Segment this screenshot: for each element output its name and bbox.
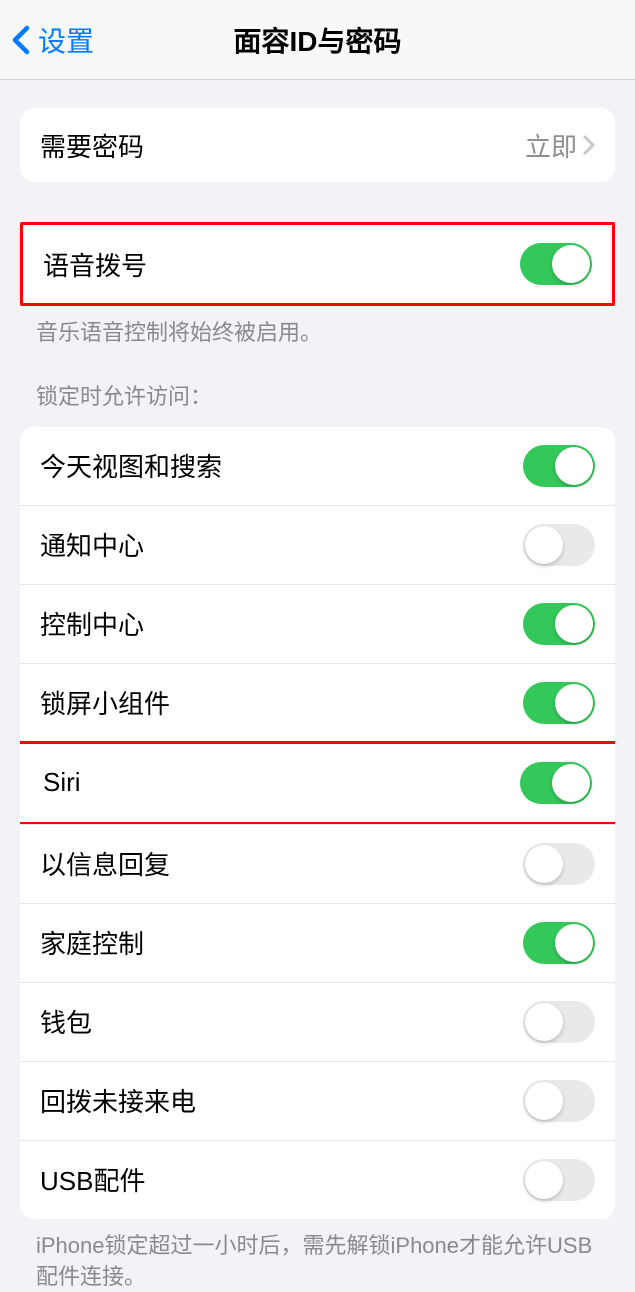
lock-access-label: 今天视图和搜索: [40, 447, 523, 484]
lock-access-switch[interactable]: [523, 922, 595, 964]
lock-access-switch[interactable]: [523, 603, 595, 645]
chevron-right-icon: [583, 135, 595, 155]
page-title: 面容ID与密码: [233, 20, 401, 60]
lock-access-switch[interactable]: [523, 524, 595, 566]
back-label: 设置: [38, 20, 94, 60]
header-bar: 设置 面容ID与密码: [0, 0, 635, 80]
chevron-left-icon: [12, 25, 30, 55]
back-button[interactable]: 设置: [0, 20, 94, 60]
voice-dial-footer: 音乐语音控制将始终被启用。: [0, 306, 635, 349]
lock-access-header: 锁定时允许访问：: [0, 349, 635, 421]
lock-access-switch[interactable]: [523, 1159, 595, 1201]
lock-access-switch[interactable]: [523, 1001, 595, 1043]
lock-access-label: 通知中心: [40, 526, 523, 563]
lock-access-row: 家庭控制: [20, 903, 615, 982]
lock-access-row: 钱包: [20, 982, 615, 1061]
lock-access-row: 今天视图和搜索: [20, 427, 615, 505]
require-passcode-value: 立即: [525, 127, 577, 164]
require-passcode-row[interactable]: 需要密码 立即: [20, 108, 615, 182]
lock-access-row: 通知中心: [20, 505, 615, 584]
lock-access-switch[interactable]: [520, 762, 592, 804]
lock-access-group: 今天视图和搜索通知中心控制中心锁屏小组件 Siri 以信息回复家庭控制钱包回拨未接来…: [20, 427, 615, 1219]
lock-access-switch[interactable]: [523, 1080, 595, 1122]
lock-access-switch[interactable]: [523, 682, 595, 724]
lock-access-label: 以信息回复: [40, 845, 523, 882]
require-passcode-label: 需要密码: [40, 127, 525, 164]
require-passcode-group: 需要密码 立即: [20, 108, 615, 182]
lock-access-label: 锁屏小组件: [40, 684, 523, 721]
usb-footer: iPhone锁定超过一小时后，需先解锁iPhone才能允许USB配件连接。: [0, 1219, 635, 1292]
lock-access-row: Siri: [20, 741, 615, 825]
lock-access-row: 回拨未接来电: [20, 1061, 615, 1140]
lock-access-label: 钱包: [40, 1003, 523, 1040]
lock-access-label: 控制中心: [40, 605, 523, 642]
lock-access-label: Siri: [43, 767, 520, 798]
lock-access-row: 控制中心: [20, 584, 615, 663]
lock-access-label: 回拨未接来电: [40, 1082, 523, 1119]
lock-access-row: USB配件: [20, 1140, 615, 1219]
voice-dial-label: 语音拨号: [43, 246, 520, 283]
lock-access-switch[interactable]: [523, 843, 595, 885]
lock-access-label: 家庭控制: [40, 924, 523, 961]
lock-access-row: 以信息回复: [20, 824, 615, 903]
voice-dial-row: 语音拨号: [23, 225, 612, 303]
voice-dial-group: 语音拨号: [20, 222, 615, 306]
lock-access-row: 锁屏小组件: [20, 663, 615, 742]
lock-access-label: USB配件: [40, 1161, 523, 1198]
lock-access-switch[interactable]: [523, 445, 595, 487]
voice-dial-switch[interactable]: [520, 243, 592, 285]
